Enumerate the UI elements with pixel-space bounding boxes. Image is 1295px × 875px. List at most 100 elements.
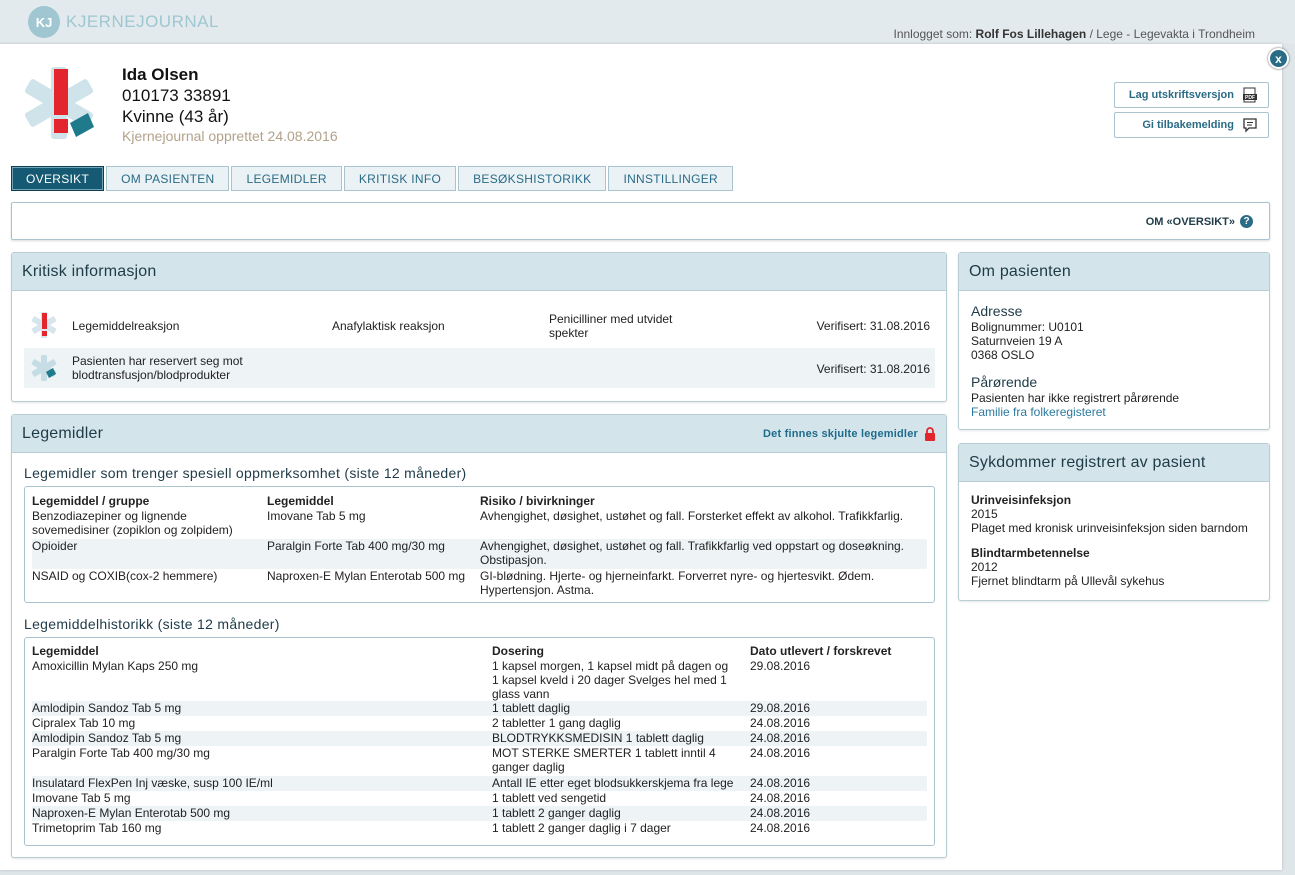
dosage: 1 tablett 2 ganger daglig (492, 806, 621, 820)
critical-warning-icon (31, 312, 57, 338)
about-patient-panel: Om pasienten Adresse Bolignummer: U0101 … (958, 252, 1270, 430)
dispense-date: 24.08.2016 (750, 746, 811, 760)
speech-bubble-icon (1242, 117, 1258, 133)
critical-row[interactable]: Pasienten har reservert seg mot blodtran… (24, 348, 935, 388)
kjernejournal-logo[interactable]: KJ KJERNEJOURNAL (28, 6, 219, 38)
main-tabs: OVERSIKT OM PASIENTEN LEGEMIDLER KRITISK… (11, 166, 734, 191)
medication-risk: Avhengighet, døsighet, ustøhet og fall. … (480, 539, 905, 567)
critical-info-title: Kritisk informasjon (12, 253, 946, 291)
dispense-date: 24.08.2016 (750, 716, 811, 730)
special-attention-heading: Legemidler som trenger spesiell oppmerks… (24, 465, 467, 481)
medications-header: Legemidler Det finnes skjulte legemidler (12, 415, 946, 453)
table-row[interactable]: Amlodipin Sandoz Tab 5 mg 1 tablett dagl… (32, 701, 927, 716)
table-row[interactable]: Insulatard FlexPen Inj væske, susp 100 I… (32, 776, 927, 791)
dosage: BLODTRYKKSMEDISIN 1 tablett daglig (492, 731, 704, 745)
critical-type: Legemiddelreaksjon (72, 319, 180, 333)
tab-om-pasienten[interactable]: OM PASIENTEN (106, 166, 230, 191)
disease-item: Urinveisinfeksjon 2015 Plaget med kronis… (971, 493, 1248, 535)
medication-name: Paralgin Forte Tab 400 mg/30 mg (267, 539, 445, 553)
medication-name: Insulatard FlexPen Inj væske, susp 100 I… (32, 776, 273, 790)
dosage: 2 tabletter 1 gang daglig (492, 716, 621, 730)
patient-name: Ida Olsen (122, 65, 199, 84)
address-section: Adresse Bolignummer: U0101 Saturnveien 1… (971, 303, 1084, 362)
medication-group: NSAID og COXIB(cox-2 hemmere) (32, 569, 218, 583)
logo-mark: KJ (28, 6, 60, 38)
feedback-label: Gi tilbakemelding (1142, 119, 1234, 131)
medication-name: Amoxicillin Mylan Kaps 250 mg (32, 659, 199, 673)
disease-name: Urinveisinfeksjon (971, 493, 1072, 507)
print-version-label: Lag utskriftsversjon (1128, 89, 1234, 101)
medication-history-table: Legemiddel Dosering Dato utlevert / fors… (24, 637, 935, 846)
critical-verified: Verifisert: 31.08.2016 (816, 319, 930, 333)
print-version-button[interactable]: Lag utskriftsversjon PDF (1114, 82, 1269, 108)
about-overview-link[interactable]: OM «OVERSIKT» ? (1146, 215, 1253, 228)
critical-row[interactable]: Legemiddelreaksjon Anafylaktisk reaksjon… (24, 305, 935, 345)
dosage: 1 tablett 2 ganger daglig i 7 dager (492, 821, 671, 835)
medication-name: Amlodipin Sandoz Tab 5 mg (32, 731, 182, 745)
column-header: Dosering (492, 644, 545, 658)
tab-kritisk-info[interactable]: KRITISK INFO (343, 166, 457, 191)
help-icon: ? (1240, 215, 1253, 228)
medication-name: Trimetoprim Tab 160 mg (32, 821, 162, 835)
dosage: 1 tablett ved sengetid (492, 791, 607, 805)
medication-name: Imovane Tab 5 mg (267, 509, 366, 523)
disease-name: Blindtarmbetennelse (971, 546, 1090, 560)
medication-risk: Avhengighet, døsighet, ustøhet og fall. … (480, 509, 904, 523)
table-row[interactable]: Amlodipin Sandoz Tab 5 mg BLODTRYKKSMEDI… (32, 731, 927, 746)
table-row[interactable]: Cipralex Tab 10 mg 2 tabletter 1 gang da… (32, 716, 927, 731)
tab-legemidler[interactable]: LEGEMIDLER (231, 166, 342, 191)
medication-risk: GI-blødning. Hjerte- og hjerneinfarkt. F… (480, 569, 875, 597)
dispense-date: 24.08.2016 (750, 776, 811, 790)
relatives-section: Pårørende Pasienten har ikke registrert … (971, 374, 1179, 419)
dosage: 1 kapsel morgen, 1 kapsel midt på dagen … (492, 659, 729, 701)
diseases-title: Sykdommer registrert av pasient (959, 444, 1269, 482)
disease-year: 2015 (971, 507, 998, 521)
medication-history-heading: Legemiddelhistorikk (siste 12 måneder) (24, 616, 280, 632)
hidden-medications-link[interactable]: Det finnes skjulte legemidler (763, 427, 936, 441)
critical-info-panel: Kritisk informasjon Legemiddelreaksjon A… (11, 252, 947, 402)
address-line: 0368 OSLO (971, 348, 1035, 362)
hidden-medications-label: Det finnes skjulte legemidler (763, 428, 918, 440)
table-row[interactable]: Amoxicillin Mylan Kaps 250 mg 1 kapsel m… (32, 659, 927, 701)
disease-year: 2012 (971, 560, 998, 574)
logged-in-prefix: Innlogget som: (893, 27, 973, 41)
disease-note: Plaget med kronisk urinveisinfeksjon sid… (971, 521, 1248, 535)
dispense-date: 24.08.2016 (750, 806, 811, 820)
about-overview-label: OM «OVERSIKT» (1145, 215, 1235, 228)
info-star-icon (31, 355, 57, 381)
critical-reaction: Anafylaktisk reaksjon (332, 319, 445, 333)
dispense-date: 24.08.2016 (750, 791, 811, 805)
table-row[interactable]: Benzodiazepiner og lignende sovemedisine… (32, 509, 927, 539)
medication-name: Amlodipin Sandoz Tab 5 mg (32, 701, 182, 715)
logo-text: KJERNEJOURNAL (66, 12, 219, 31)
patient-ssn: 010173 33891 (122, 86, 231, 105)
column-header: Legemiddel / gruppe (32, 494, 150, 508)
patient-gender-age: Kvinne (43 år) (122, 107, 229, 126)
tab-oversikt[interactable]: OVERSIKT (11, 166, 105, 191)
dosage: MOT STERKE SMERTER 1 tablett inntil 4 ga… (492, 746, 716, 774)
family-registry-link[interactable]: Familie fra folkeregisteret (971, 405, 1179, 419)
feedback-button[interactable]: Gi tilbakemelding (1114, 112, 1269, 138)
table-row[interactable]: Opioider Paralgin Forte Tab 400 mg/30 mg… (32, 539, 927, 569)
table-row[interactable]: Imovane Tab 5 mg 1 tablett ved sengetid … (32, 791, 927, 806)
special-table-body: Legemiddel / gruppe Legemiddel Risiko / … (32, 494, 927, 599)
tab-innstillinger[interactable]: INNSTILLINGER (608, 166, 734, 191)
dispense-date: 24.08.2016 (750, 821, 811, 835)
column-header: Dato utlevert / forskrevet (750, 644, 892, 658)
lock-icon (925, 427, 935, 441)
close-button[interactable]: x (1268, 48, 1289, 69)
top-bar: KJ KJERNEJOURNAL Innlogget som: Rolf Fos… (0, 0, 1295, 44)
medication-name: Naproxen-E Mylan Enterotab 500 mg (267, 569, 466, 583)
table-row[interactable]: NSAID og COXIB(cox-2 hemmere) Naproxen-E… (32, 569, 927, 599)
table-header-row: Legemiddel Dosering Dato utlevert / fors… (32, 644, 927, 659)
table-row[interactable]: Naproxen-E Mylan Enterotab 500 mg 1 tabl… (32, 806, 927, 821)
relatives-heading: Pårørende (971, 374, 1038, 390)
tab-besokshistorikk[interactable]: BESØKSHISTORIKK (458, 166, 607, 191)
table-row[interactable]: Trimetoprim Tab 160 mg 1 tablett 2 gange… (32, 821, 927, 836)
history-table-body: Legemiddel Dosering Dato utlevert / fors… (32, 644, 927, 836)
table-row[interactable]: Paralgin Forte Tab 400 mg/30 mg MOT STER… (32, 746, 927, 776)
column-header: Risiko / bivirkninger (480, 494, 595, 508)
address-heading: Adresse (971, 303, 1023, 319)
patient-critical-icon (24, 67, 94, 139)
about-patient-title: Om pasienten (959, 253, 1269, 291)
